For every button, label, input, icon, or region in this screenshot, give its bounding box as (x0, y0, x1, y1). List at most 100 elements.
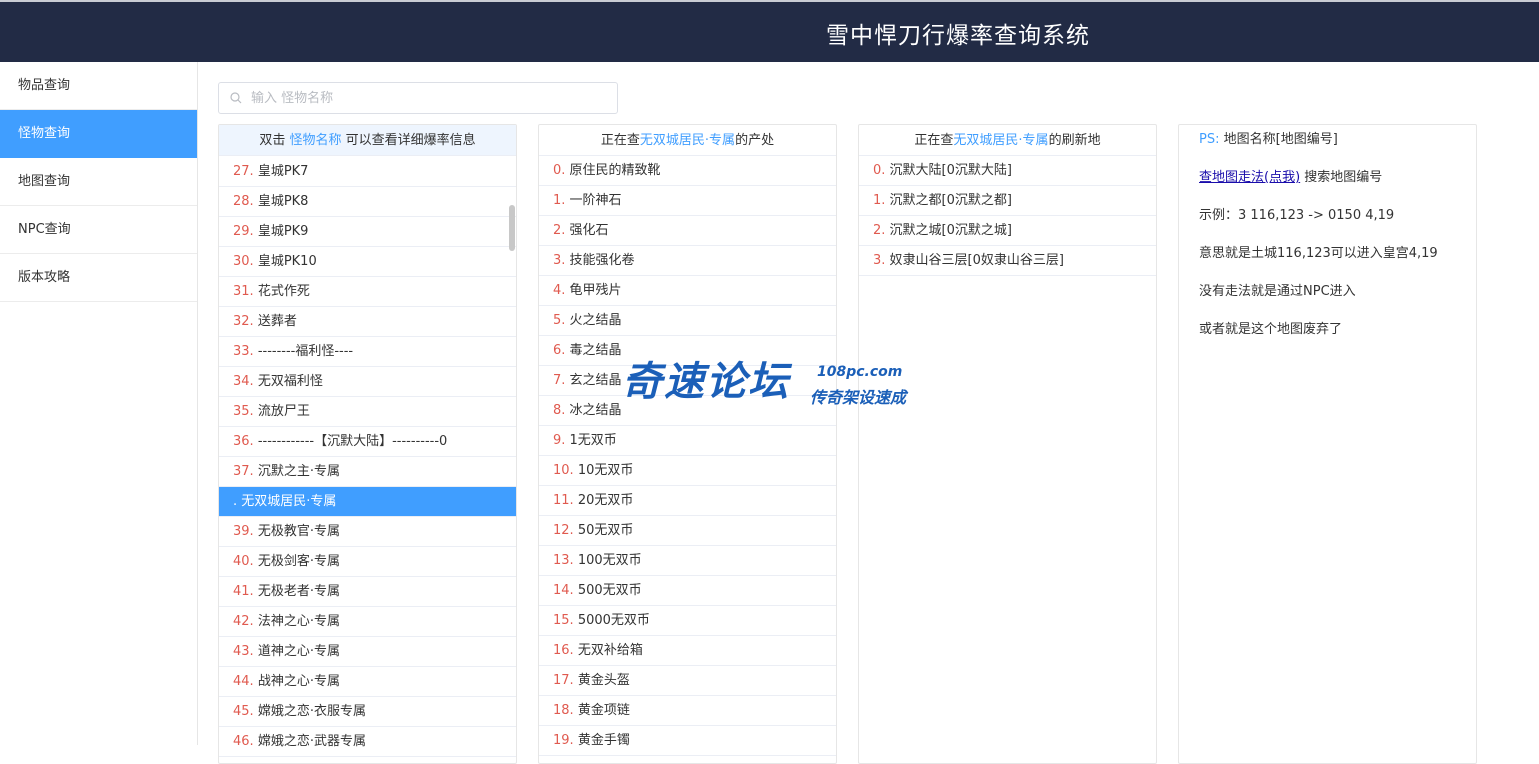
list-item[interactable]: 2. 强化石 (539, 216, 836, 246)
monster-list[interactable]: 皇城 27. 皇城PK728. 皇城PK829. 皇城PK930. 皇城PK10… (219, 157, 516, 763)
search-box[interactable] (218, 82, 618, 114)
list-item[interactable]: 42. 法神之心·专属 (219, 607, 516, 637)
monster-list-scrollbar[interactable] (509, 205, 515, 251)
list-item[interactable]: 1. 一阶神石 (539, 186, 836, 216)
list-item-name: 500无双币 (573, 583, 642, 598)
list-item[interactable]: 3. 奴隶山谷三层[0奴隶山谷三层] (859, 246, 1156, 276)
header-highlight: 无双城居民·专属 (953, 133, 1049, 148)
header-prefix: 双击 (259, 133, 290, 148)
list-item-name: 嫦娥之恋·武器专属 (253, 734, 366, 749)
list-item-index: 5. (553, 313, 566, 328)
ps-info-panel: PS: 地图名称[地图编号] 查地图走法(点我) 搜索地图编号 示例：3 116… (1178, 124, 1477, 764)
app-title: 雪中悍刀行爆率查询系统 (826, 23, 1090, 49)
sidebar-item-monster-query[interactable]: 怪物查询 (0, 110, 197, 158)
list-item-name: 法神之心·专属 (253, 614, 340, 629)
list-item[interactable]: 33. --------福利怪---- (219, 337, 516, 367)
list-item[interactable]: 7. 玄之结晶 (539, 366, 836, 396)
list-item[interactable]: 4. 龟甲残片 (539, 276, 836, 306)
sidebar: 物品查询 怪物查询 地图查询 NPC查询 版本攻略 (0, 62, 198, 745)
list-item[interactable]: 31. 花式作死 (219, 277, 516, 307)
list-item-name: 黄金头盔 (573, 673, 630, 688)
header-highlight: 无双城居民·专属 (639, 133, 736, 148)
list-item-name: 10无双币 (573, 463, 634, 478)
list-item[interactable]: 15. 5000无双币 (539, 606, 836, 636)
list-item-index: 19. (553, 733, 574, 748)
list-item[interactable]: 17. 黄金头盔 (539, 666, 836, 696)
list-item[interactable]: 19. 黄金手镯 (539, 726, 836, 756)
list-item-name: 无双补给箱 (573, 643, 643, 658)
list-item[interactable]: 9. 1无双币 (539, 426, 836, 456)
list-item[interactable]: 29. 皇城PK9 (219, 217, 516, 247)
list-item[interactable]: 1. 沉默之都[0沉默之都] (859, 186, 1156, 216)
ps-label: PS: (1199, 132, 1220, 147)
list-item[interactable]: 6. 毒之结晶 (539, 336, 836, 366)
list-item[interactable]: 11. 20无双币 (539, 486, 836, 516)
sidebar-item-item-query[interactable]: 物品查询 (0, 62, 197, 110)
list-item[interactable]: 0. 原住民的精致靴 (539, 156, 836, 186)
sidebar-item-version-guide[interactable]: 版本攻略 (0, 254, 197, 302)
sidebar-item-npc-query[interactable]: NPC查询 (0, 206, 197, 254)
list-item[interactable]: 30. 皇城PK10 (219, 247, 516, 277)
list-item[interactable]: 32. 送葬者 (219, 307, 516, 337)
list-item[interactable]: 35. 流放尸王 (219, 397, 516, 427)
list-item-name: 5000无双币 (573, 613, 650, 628)
list-item[interactable]: 45. 嫦娥之恋·衣服专属 (219, 697, 516, 727)
list-item-name: 嫦娥之恋·衣服专属 (253, 704, 366, 719)
list-item[interactable]: 34. 无双福利怪 (219, 367, 516, 397)
list-item-index: 44. (233, 674, 254, 689)
list-item-name: 无双城居民·专属 (237, 494, 337, 509)
list-item[interactable]: 10. 10无双币 (539, 456, 836, 486)
search-input[interactable] (251, 88, 611, 108)
list-item-name: 道神之心·专属 (253, 644, 340, 659)
list-item[interactable]: 18. 黄金项链 (539, 696, 836, 726)
list-item[interactable]: 0. 沉默大陆[0沉默大陆] (859, 156, 1156, 186)
list-item[interactable]: 27. 皇城PK7 (219, 157, 516, 187)
drop-list: 0. 原住民的精致靴 1. 一阶神石 2. 强化石 3. 技能强化卷 4. 龟甲残片 5.… (539, 156, 836, 756)
list-item[interactable]: 14. 500无双币 (539, 576, 836, 606)
list-item[interactable]: . 无双城居民·专属 (219, 487, 516, 517)
ps-line-4: 意思就是土城116,123可以进入皇宫4,19 (1199, 246, 1438, 261)
map-route-link[interactable]: 查地图走法(点我) (1199, 170, 1300, 185)
list-item[interactable]: 16. 无双补给箱 (539, 636, 836, 666)
list-item[interactable]: 41. 无极老者·专属 (219, 577, 516, 607)
list-item[interactable]: 37. 沉默之主·专属 (219, 457, 516, 487)
monster-list-panel: 双击 怪物名称 可以查看详细爆率信息 皇城 27. 皇城PK728. 皇城PK8… (218, 124, 517, 764)
list-item[interactable]: 44. 战神之心·专属 (219, 667, 516, 697)
list-item[interactable]: 8. 冰之结晶 (539, 396, 836, 426)
list-item-index: 42. (233, 614, 254, 629)
list-item[interactable]: 46. 嫦娥之恋·武器专属 (219, 727, 516, 757)
list-item-name: 花式作死 (253, 284, 310, 299)
list-item-index: 32. (233, 314, 254, 329)
list-item-index: 8. (553, 403, 566, 418)
list-item-index: 9. (553, 433, 566, 448)
list-item-name: 黄金手镯 (573, 733, 630, 748)
list-item[interactable]: 13. 100无双币 (539, 546, 836, 576)
list-item[interactable]: 28. 皇城PK8 (219, 187, 516, 217)
drop-list-panel: 正在查无双城居民·专属的产处 0. 原住民的精致靴 1. 一阶神石 2. 强化石 3.… (538, 124, 837, 764)
list-item-index: 40. (233, 554, 254, 569)
list-item[interactable]: 2. 沉默之城[0沉默之城] (859, 216, 1156, 246)
refresh-list-panel: 正在查无双城居民·专属的刷新地 0. 沉默大陆[0沉默大陆] 1. 沉默之都[0沉… (858, 124, 1157, 764)
ps-line-5: 没有走法就是通过NPC进入 (1199, 284, 1356, 299)
list-item[interactable]: 36. ------------【沉默大陆】----------0 (219, 427, 516, 457)
list-item-index: 1. (873, 193, 886, 208)
sidebar-item-map-query[interactable]: 地图查询 (0, 158, 197, 206)
list-item-index: 11. (553, 493, 574, 508)
list-item[interactable]: 39. 无极教官·专属 (219, 517, 516, 547)
list-item-name: 原住民的精致靴 (565, 163, 661, 178)
ps-text: 地图名称[地图编号] (1219, 132, 1338, 147)
list-item[interactable]: 5. 火之结晶 (539, 306, 836, 336)
list-item[interactable]: 12. 50无双币 (539, 516, 836, 546)
list-item[interactable]: 43. 道神之心·专属 (219, 637, 516, 667)
list-item-name: 沉默之都[0沉默之都] (885, 193, 1012, 208)
list-item-index: 0. (553, 163, 566, 178)
header-suffix: 可以查看详细爆率信息 (341, 133, 476, 148)
list-item-name: 无极老者·专属 (253, 584, 340, 599)
list-item[interactable]: 3. 技能强化卷 (539, 246, 836, 276)
list-item-index: 12. (553, 523, 574, 538)
ps-line-1: PS: 地图名称[地图编号] (1199, 131, 1456, 169)
header-suffix: 的刷新地 (1048, 133, 1101, 148)
list-item-name: 50无双币 (573, 523, 634, 538)
list-item-index: 2. (873, 223, 886, 238)
list-item[interactable]: 40. 无极剑客·专属 (219, 547, 516, 577)
